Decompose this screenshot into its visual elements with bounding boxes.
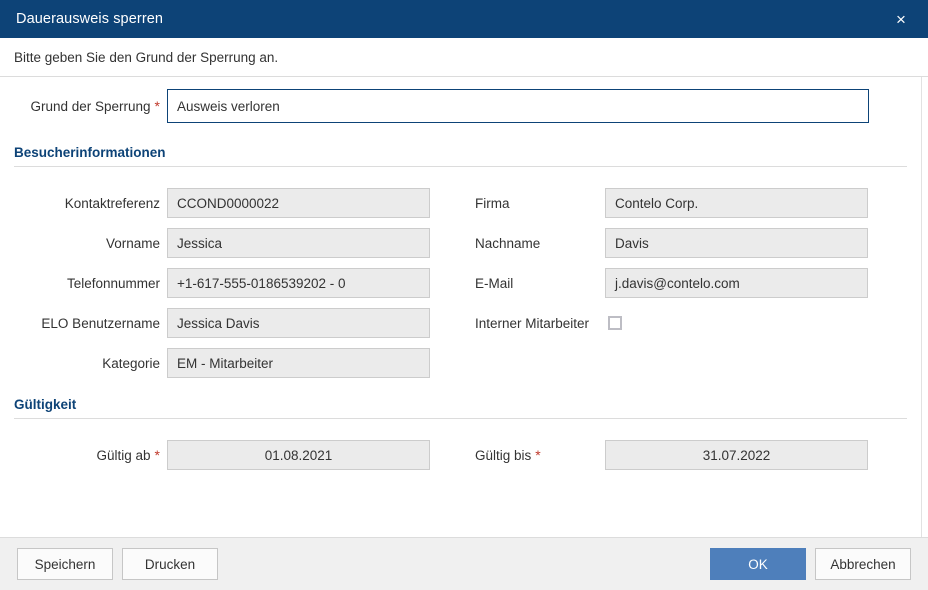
field-value: +1-617-555-0186539202 - 0 [177,275,346,291]
field-value: Davis [615,235,649,251]
field-email[interactable]: j.davis@contelo.com [605,268,868,298]
label-text: E-Mail [475,275,514,291]
field-value: Jessica Davis [177,315,260,331]
dialog-title: Dauerausweis sperren [16,11,164,27]
field-value: 01.08.2021 [264,447,333,463]
instruction-text: Bitte geben Sie den Grund der Sperrung a… [14,49,279,65]
label-text: ELO Benutzername [41,315,160,331]
field-value: EM - Mitarbeiter [177,355,274,371]
label-text: Kontaktreferenz [64,195,160,211]
label-text: Firma [475,195,510,211]
label-elo-benutzername: ELO Benutzername [0,308,160,338]
footer-right-buttons: OK Abbrechen [710,548,911,580]
checkbox-interner-mitarbeiter[interactable] [608,308,622,338]
label-interner-mitarbeiter: Interner Mitarbeiter [475,308,589,338]
field-kategorie[interactable]: EM - Mitarbeiter [167,348,430,378]
ok-button[interactable]: OK [710,548,806,580]
reason-required-marker: * [154,98,160,114]
instruction-bar: Bitte geben Sie den Grund der Sperrung a… [0,38,928,77]
field-telefonnummer[interactable]: +1-617-555-0186539202 - 0 [167,268,430,298]
label-text: Gültig bis [475,447,532,463]
section-validity-rule [14,418,907,419]
section-visitor-title: Besucherinformationen [14,145,166,160]
label-email: E-Mail [475,268,513,298]
label-vorname: Vorname [0,228,160,258]
dialog-dauerausweis-sperren: Dauerausweis sperren × Bitte geben Sie d… [0,0,928,590]
print-button[interactable]: Drucken [122,548,218,580]
field-value: Contelo Corp. [615,195,699,211]
label-text: Nachname [475,235,541,251]
cancel-button[interactable]: Abbrechen [815,548,911,580]
label-text: Gültig ab [96,447,151,463]
label-text: Telefonnummer [66,275,160,291]
field-gueltig-ab[interactable]: 01.08.2021 [167,440,430,470]
field-elo-benutzername[interactable]: Jessica Davis [167,308,430,338]
footer-left-buttons: Speichern Drucken [17,548,218,580]
field-firma[interactable]: Contelo Corp. [605,188,868,218]
field-gueltig-bis[interactable]: 31.07.2022 [605,440,868,470]
reason-label: Grund der Sperrung [30,98,151,114]
label-telefonnummer: Telefonnummer [0,268,160,298]
label-kontaktreferenz: Kontaktreferenz [0,188,160,218]
field-value: Jessica [177,235,223,251]
dialog-footer: Speichern Drucken OK Abbrechen [0,537,928,590]
label-text: Kategorie [102,355,160,371]
save-button[interactable]: Speichern [17,548,113,580]
reason-input[interactable]: Ausweis verloren [167,89,869,123]
section-visitor-info: Besucherinformationen [14,145,907,167]
label-gueltig-ab: Gültig ab * [0,440,161,470]
label-nachname: Nachname [475,228,540,258]
reason-label-wrap: Grund der Sperrung * [0,91,160,121]
section-validity-title: Gültigkeit [14,397,77,412]
label-gueltig-bis: Gültig bis * [475,440,541,470]
required-marker: * [535,447,541,463]
close-icon[interactable]: × [888,6,914,32]
label-firma: Firma [475,188,510,218]
field-kontaktreferenz[interactable]: CCOND0000022 [167,188,430,218]
right-divider [921,77,922,537]
field-value: j.davis@contelo.com [615,275,740,291]
field-nachname[interactable]: Davis [605,228,868,258]
reason-input-value: Ausweis verloren [177,98,280,114]
required-marker: * [154,447,160,463]
field-value: 31.07.2022 [702,447,771,463]
checkbox-box-icon[interactable] [608,316,622,330]
section-validity: Gültigkeit [14,397,907,419]
label-kategorie: Kategorie [0,348,160,378]
dialog-body: Grund der Sperrung * Ausweis verloren Be… [0,77,928,537]
label-text: Vorname [105,235,160,251]
field-vorname[interactable]: Jessica [167,228,430,258]
section-visitor-rule [14,166,907,167]
field-value: CCOND0000022 [177,195,280,211]
dialog-titlebar: Dauerausweis sperren × [0,0,928,38]
label-text: Interner Mitarbeiter [475,315,590,331]
